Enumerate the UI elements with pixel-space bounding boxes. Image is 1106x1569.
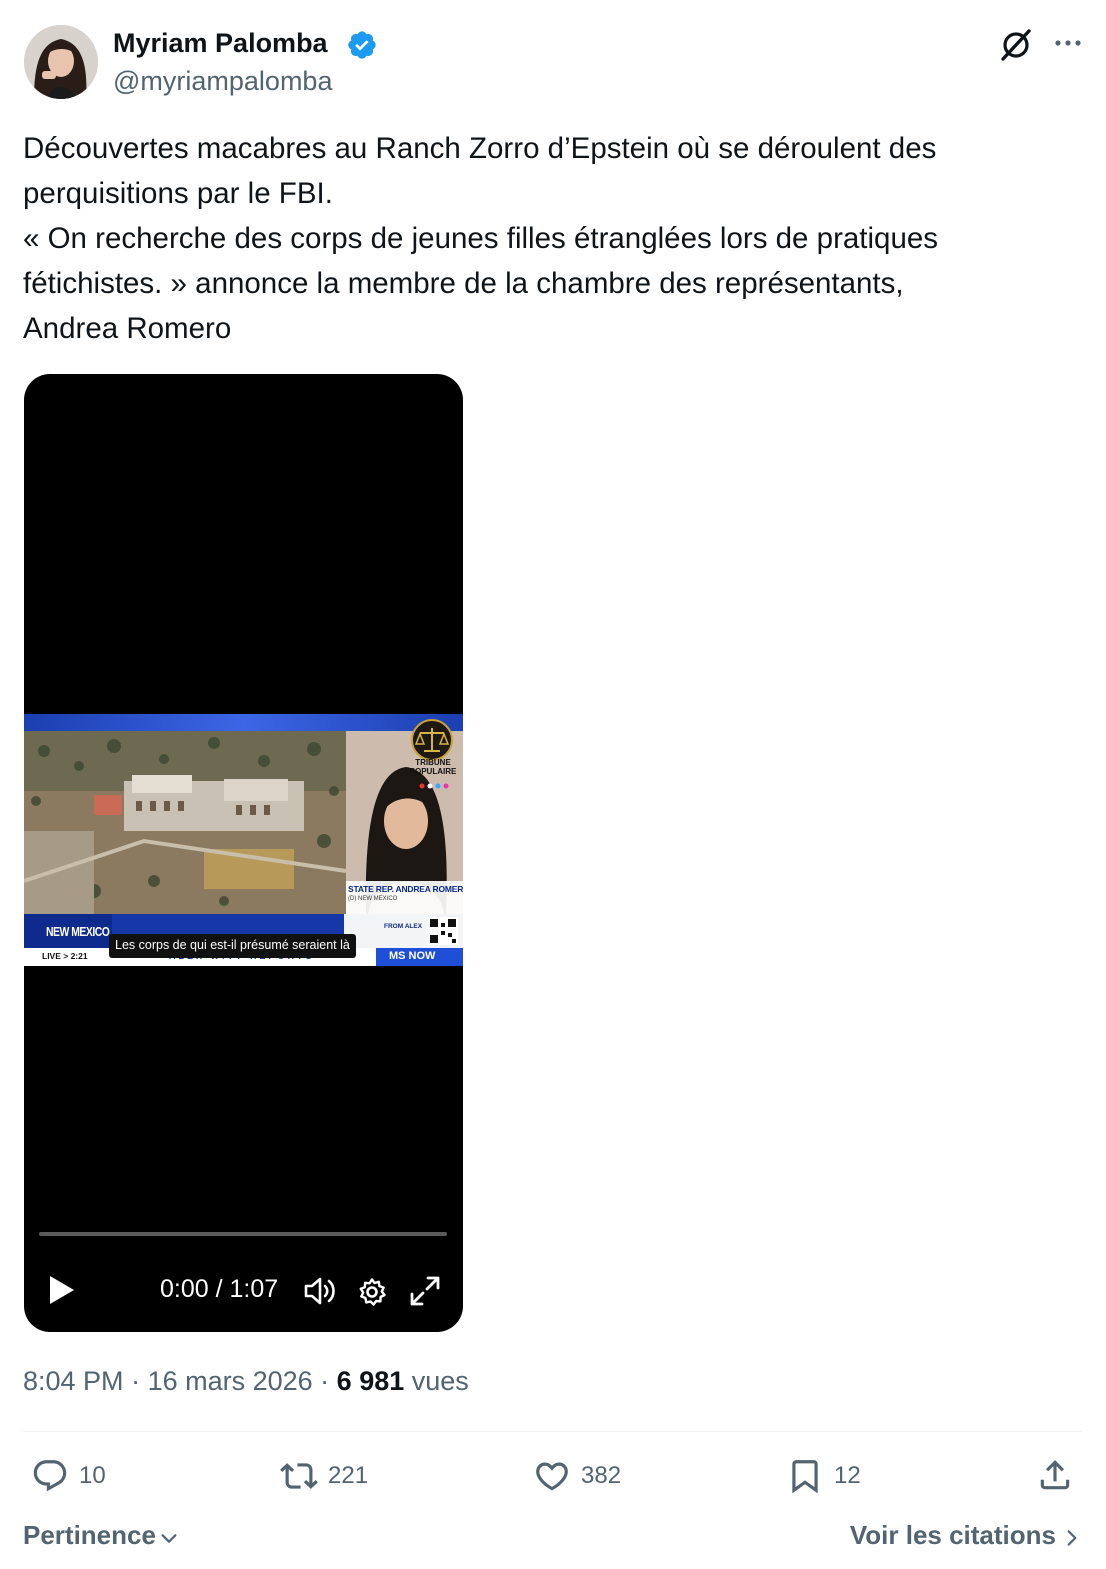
volume-icon[interactable] [303,1275,337,1307]
video-player[interactable]: STATE REP. ANDREA ROMERO (D) NEW MEXICO … [24,374,463,1332]
tweet-text: Découvertes macabres au Ranch Zorro d’Ep… [23,126,1083,351]
repost-button[interactable]: 221 [280,1456,368,1496]
chevron-right-icon [1067,1529,1077,1546]
video-frame: STATE REP. ANDREA ROMERO (D) NEW MEXICO … [24,714,463,966]
share-icon[interactable] [1036,1456,1074,1494]
like-button[interactable]: 382 [533,1456,621,1496]
more-icon[interactable] [1052,30,1084,56]
tweet-date[interactable]: 16 mars 2026 [148,1366,313,1396]
reply-count: 10 [79,1462,106,1489]
live-tag: LIVE > 2:21 [42,951,88,961]
bookmark-count: 12 [834,1462,861,1489]
fullscreen-icon[interactable] [409,1275,441,1307]
guest-location: (D) NEW MEXICO [348,896,398,902]
guest-name: STATE REP. ANDREA ROMERO [348,884,463,894]
tweet-line: Andrea Romero [23,312,232,345]
handle[interactable]: @myriampalomba [113,66,332,97]
tweet-line: fétichistes. » annonce la membre de la c… [23,267,904,300]
avatar[interactable] [24,25,98,99]
video-progress-bar[interactable] [39,1232,447,1236]
ranch-aerial-image [24,731,346,914]
broadcast-top-bar [24,714,463,731]
sort-dropdown[interactable]: Pertinence [23,1520,180,1551]
settings-icon[interactable] [357,1277,387,1307]
tweet-line: perquisitions par le FBI. [23,177,333,210]
video-time: 0:00 / 1:07 [160,1275,279,1303]
quotes-label: Voir les citations [849,1520,1056,1550]
video-subtitle: Les corps de qui est-il présumé seraient… [115,938,350,952]
chevron-down-icon [161,1533,177,1543]
from-tag: FROM ALEX [384,923,423,930]
view-quotes-link[interactable]: Voir les citations [850,1520,1082,1551]
tweet-line: « On recherche des corps de jeunes fille… [23,222,939,255]
tweet-meta: 8:04 PM · 16 mars 2026 · 6 981 vues [23,1366,469,1396]
tweet-line: Découvertes macabres au Ranch Zorro d’Ep… [23,132,937,165]
sort-label: Pertinence [23,1520,156,1550]
channel-logo-text: TRIBUNE [415,758,451,767]
repost-icon [280,1463,318,1489]
reply-button[interactable]: 10 [31,1456,106,1496]
display-name[interactable]: Myriam Palomba [113,28,328,59]
state-tag: NEW MEXICO [46,924,110,939]
views-count: 6 981 [336,1366,405,1396]
tweet-time[interactable]: 8:04 PM [23,1366,124,1396]
repost-count: 221 [328,1462,369,1489]
qr-code [428,917,458,945]
reply-icon [33,1460,67,1492]
like-count: 382 [581,1462,622,1489]
channel-logo-text: POPULAIRE [409,767,457,776]
verified-badge-icon [348,31,376,59]
like-icon [536,1462,568,1491]
bookmark-button[interactable]: 12 [786,1456,861,1496]
play-icon[interactable] [48,1274,76,1306]
bookmark-icon [792,1460,818,1494]
views-label: vues [411,1366,469,1396]
network-name: MS NOW [389,950,436,962]
divider [23,1431,1083,1432]
channel-logo [411,719,453,789]
grok-icon[interactable] [998,27,1034,63]
